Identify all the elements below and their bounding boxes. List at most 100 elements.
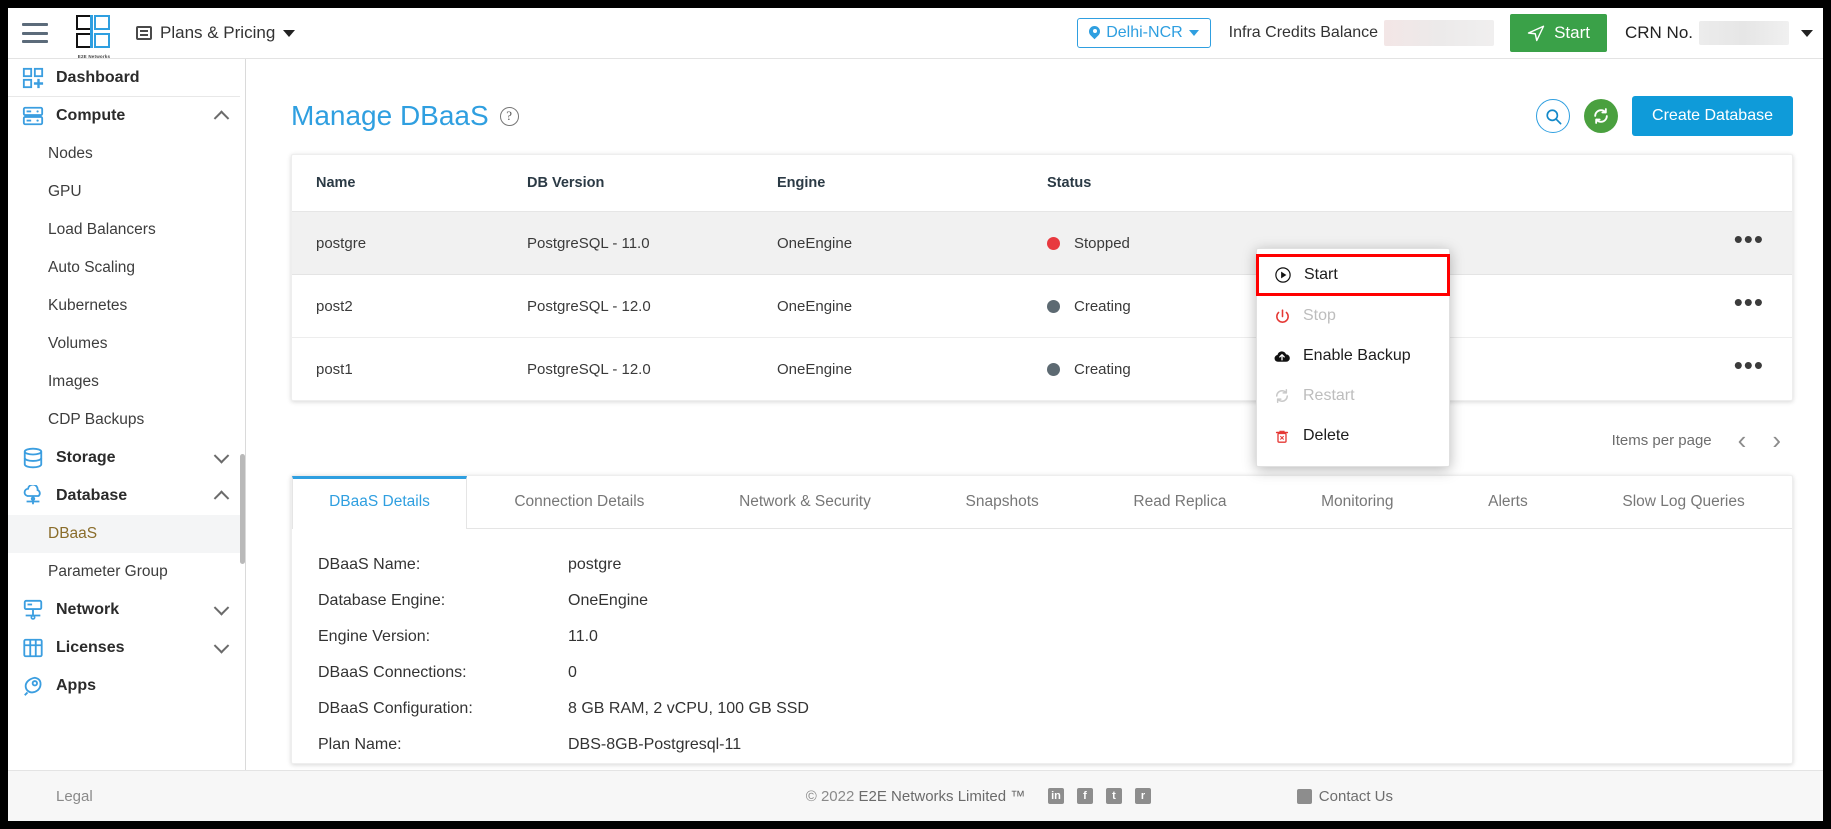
page-header-actions: Create Database (1536, 96, 1793, 136)
tab-network-security[interactable]: Network & Security (692, 476, 918, 528)
context-menu-item-start[interactable]: Start (1256, 254, 1450, 296)
sidebar-item-nodes[interactable]: Nodes (8, 135, 245, 173)
hamburger-icon[interactable] (22, 23, 48, 43)
top-bar: E2E Networks Plans & Pricing Delhi-NCR I… (8, 8, 1823, 59)
sidebar-item-volumes[interactable]: Volumes (8, 325, 245, 363)
search-button[interactable] (1536, 99, 1571, 133)
cell-actions: ••• (1467, 211, 1792, 275)
tab-snapshots[interactable]: Snapshots (918, 476, 1086, 528)
dashboard-icon (22, 67, 44, 88)
infra-credits-balance: Infra Credits Balance (1228, 20, 1495, 46)
page-title: Manage DBaaS (291, 100, 489, 131)
detail-label: Plan Name: (318, 736, 402, 753)
sidebar-item-label: Load Balancers (48, 221, 156, 238)
row-actions-menu-icon[interactable]: ••• (1734, 289, 1764, 315)
detail-value: 11.0 (568, 628, 598, 645)
cell-name: postgre (292, 211, 527, 275)
sidebar-item-label: Dashboard (56, 68, 140, 86)
status-dot (1047, 362, 1060, 376)
detail-label: DBaaS Name: (318, 556, 421, 573)
sidebar-item-compute[interactable]: Compute (8, 97, 245, 135)
tab-monitoring[interactable]: Monitoring (1274, 476, 1441, 528)
sidebar-item-label: Volumes (48, 335, 108, 352)
refresh-button[interactable] (1584, 99, 1619, 133)
row-actions-context-menu: Start Stop Enable Backup Restart Delete (1256, 248, 1450, 467)
detail-label: DBaaS Configuration: (318, 700, 473, 717)
region-selector[interactable]: Delhi-NCR (1077, 18, 1211, 48)
sidebar-item-dbaas[interactable]: DBaaS (8, 515, 245, 553)
create-database-button[interactable]: Create Database (1632, 96, 1793, 136)
facebook-icon[interactable]: f (1077, 788, 1093, 804)
tab-alerts[interactable]: Alerts (1441, 476, 1575, 528)
sidebar: Dashboard Compute Nodes GPU Load Balance… (8, 59, 246, 770)
table-body: postgre PostgreSQL - 11.0 OneEngine Stop… (292, 211, 1792, 401)
table-row[interactable]: post2 PostgreSQL - 12.0 OneEngine Creati… (292, 274, 1792, 338)
cell-version: PostgreSQL - 11.0 (527, 211, 777, 275)
e2e-logo[interactable]: E2E Networks (74, 13, 114, 59)
cell-version: PostgreSQL - 12.0 (527, 274, 777, 338)
column-header-status[interactable]: Status (1047, 155, 1467, 212)
chevron-down-icon (213, 638, 230, 654)
sidebar-item-label: Storage (56, 449, 116, 466)
pagination-prev-button[interactable]: ‹ (1738, 427, 1747, 453)
items-per-page-label: Items per page (1611, 431, 1712, 449)
column-header-version[interactable]: DB Version (527, 155, 777, 212)
sidebar-scrollbar-thumb[interactable] (240, 454, 245, 564)
crn-selector[interactable]: CRN No. (1625, 21, 1813, 45)
cloud-upload-icon (1273, 347, 1291, 365)
sidebar-scroll-track[interactable] (240, 59, 245, 770)
chevron-up-icon (213, 490, 230, 506)
context-menu-item-label: Stop (1303, 307, 1336, 324)
sidebar-item-images[interactable]: Images (8, 363, 245, 401)
detail-row: Engine Version: 11.0 (318, 619, 1792, 655)
tab-dbaas-details[interactable]: DBaaS Details (292, 476, 467, 529)
detail-value: 8 GB RAM, 2 vCPU, 100 GB SSD (568, 700, 809, 717)
context-menu-item-enable-backup[interactable]: Enable Backup (1257, 336, 1449, 376)
sidebar-item-licenses[interactable]: Licenses (8, 629, 245, 667)
sidebar-item-storage[interactable]: Storage (8, 439, 245, 477)
question-mark-icon[interactable]: ? (499, 106, 519, 126)
sidebar-item-kubernetes[interactable]: Kubernetes (8, 287, 245, 325)
linkedin-icon[interactable]: in (1048, 788, 1064, 804)
chevron-down-icon (213, 600, 230, 616)
network-icon (23, 599, 43, 620)
detail-value: 0 (568, 664, 577, 681)
context-menu-item-label: Start (1304, 266, 1338, 283)
detail-value: DBS-8GB-Postgresql-11 (568, 736, 742, 753)
status-dot (1047, 236, 1060, 250)
sidebar-item-network[interactable]: Network (8, 591, 245, 629)
tab-slow-log-queries[interactable]: Slow Log Queries (1575, 476, 1792, 528)
plans-pricing-menu[interactable]: Plans & Pricing (136, 23, 296, 43)
chevron-down-icon (1188, 30, 1199, 36)
sidebar-item-dashboard[interactable]: Dashboard (8, 59, 245, 97)
column-header-engine[interactable]: Engine (777, 155, 1047, 212)
context-menu-item-label: Enable Backup (1303, 347, 1411, 364)
sidebar-item-database[interactable]: Database (8, 477, 245, 515)
column-header-name[interactable]: Name (292, 155, 527, 212)
details-card: DBaaS Details Connection Details Network… (291, 475, 1793, 764)
sidebar-item-cdp-backups[interactable]: CDP Backups (8, 401, 245, 439)
context-menu-item-stop: Stop (1257, 296, 1449, 336)
tab-read-replica[interactable]: Read Replica (1086, 476, 1274, 528)
footer-copyright-name: E2E Networks Limited ™ (858, 787, 1026, 805)
detail-label: DBaaS Connections: (318, 664, 467, 681)
sidebar-item-parameter-group[interactable]: Parameter Group (8, 553, 245, 591)
cell-actions: ••• (1467, 338, 1792, 401)
pagination-next-button[interactable]: › (1772, 427, 1781, 453)
row-actions-menu-icon[interactable]: ••• (1734, 352, 1764, 378)
table-row[interactable]: post1 PostgreSQL - 12.0 OneEngine Creati… (292, 338, 1792, 401)
sidebar-item-apps[interactable]: Apps (8, 667, 245, 705)
sidebar-item-load-balancers[interactable]: Load Balancers (8, 211, 245, 249)
tab-connection-details[interactable]: Connection Details (467, 476, 692, 528)
infra-credits-label: Infra Credits Balance (1228, 24, 1379, 41)
sidebar-item-auto-scaling[interactable]: Auto Scaling (8, 249, 245, 287)
context-menu-item-delete[interactable]: Delete (1257, 416, 1449, 456)
sidebar-item-gpu[interactable]: GPU (8, 173, 245, 211)
start-button[interactable]: Start (1510, 14, 1607, 52)
twitter-icon[interactable]: t (1106, 788, 1122, 804)
contact-us-link[interactable]: Contact Us (1296, 788, 1393, 805)
table-row[interactable]: postgre PostgreSQL - 11.0 OneEngine Stop… (292, 211, 1792, 275)
rss-icon[interactable]: r (1135, 788, 1151, 804)
row-actions-menu-icon[interactable]: ••• (1734, 226, 1764, 252)
start-button-label: Start (1554, 23, 1590, 42)
